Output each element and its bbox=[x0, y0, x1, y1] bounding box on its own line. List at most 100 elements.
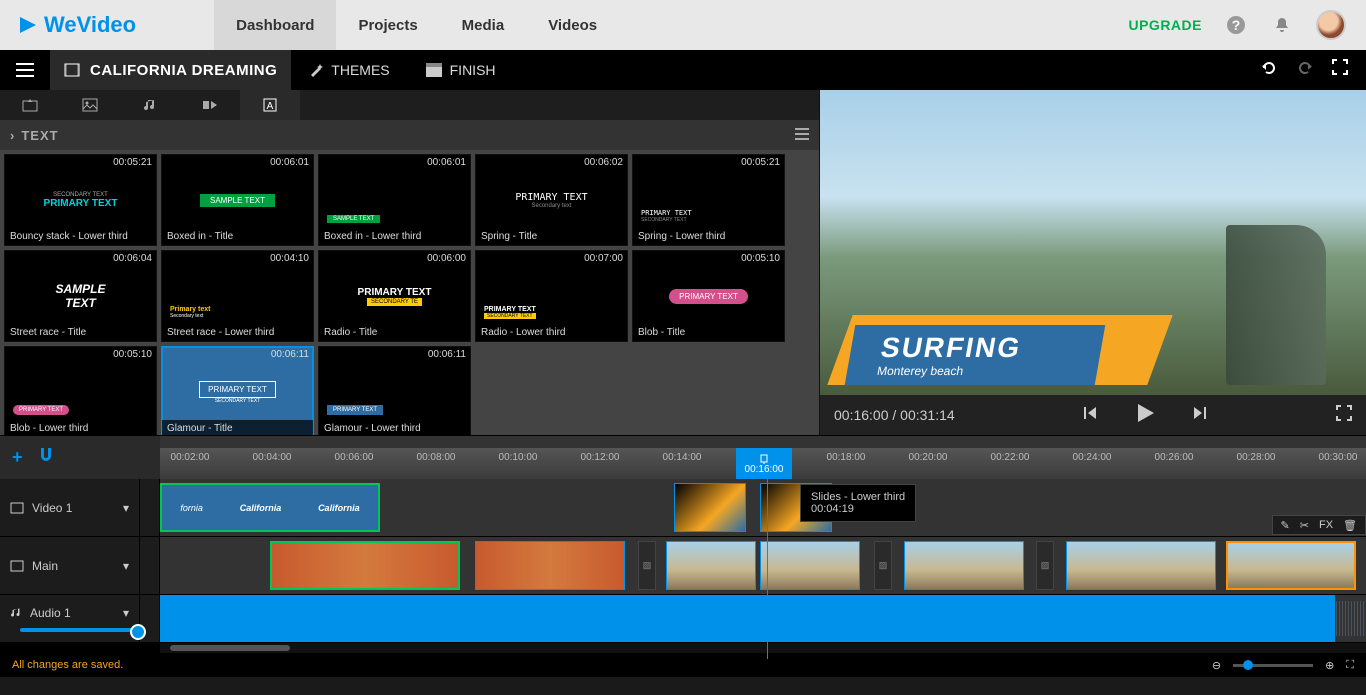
ruler-label: 00:14:00 bbox=[663, 452, 702, 463]
help-icon[interactable]: ? bbox=[1224, 13, 1248, 37]
text-item[interactable]: 00:04:10Primary textSecondary textStreet… bbox=[161, 250, 314, 342]
track-content-video1[interactable]: forniaCaliforniaCalifornia bbox=[160, 479, 1366, 536]
video-icon bbox=[10, 502, 24, 514]
timeline-ruler: + 00:02:0000:04:0000:06:0000:08:0000:10:… bbox=[0, 435, 1366, 479]
clip[interactable] bbox=[904, 541, 1024, 590]
cut-icon[interactable]: ✂ bbox=[1300, 519, 1309, 532]
text-item[interactable]: 00:06:00PRIMARY TEXTSECONDARY TERadio - … bbox=[318, 250, 471, 342]
ruler-label: 00:08:00 bbox=[417, 452, 456, 463]
ruler-marks[interactable]: 00:02:0000:04:0000:06:0000:08:0000:10:00… bbox=[160, 436, 1366, 479]
text-item[interactable]: 00:06:02PRIMARY TEXTSecondary textSpring… bbox=[475, 154, 628, 246]
snap-icon[interactable] bbox=[37, 446, 55, 469]
add-track-icon[interactable]: + bbox=[12, 447, 23, 468]
track-content-main[interactable]: ✎ ✂ FX 🗑 ▨ ▨ ▨ bbox=[160, 537, 1366, 594]
text-item[interactable]: 00:06:04SAMPLETEXTStreet race - Title bbox=[4, 250, 157, 342]
nav-dashboard[interactable]: Dashboard bbox=[214, 0, 336, 50]
text-templates-grid: 00:05:21SECONDARY TEXTPRIMARY TEXTBouncy… bbox=[0, 150, 819, 435]
transition-icon[interactable]: ▨ bbox=[1036, 541, 1054, 590]
top-bar: WeVideo Dashboard Projects Media Videos … bbox=[0, 0, 1366, 50]
text-item[interactable]: 00:07:00PRIMARY TEXTSECONDARY TEXTRadio … bbox=[475, 250, 628, 342]
nav-media[interactable]: Media bbox=[440, 0, 527, 50]
media-tab-audio[interactable] bbox=[120, 90, 180, 120]
logo[interactable]: WeVideo bbox=[0, 12, 154, 38]
fit-icon[interactable]: ⛶ bbox=[1346, 659, 1354, 672]
transition-icon[interactable]: ▨ bbox=[638, 541, 656, 590]
fullscreen-icon[interactable] bbox=[1332, 59, 1348, 82]
clip[interactable] bbox=[1066, 541, 1216, 590]
text-item[interactable]: 00:06:11PRIMARY TEXTGlamour - Lower thir… bbox=[318, 346, 471, 435]
project-title-tab[interactable]: CALIFORNIA DREAMING bbox=[50, 50, 291, 90]
text-item[interactable]: 00:05:10PRIMARY TEXTBlob - Lower third bbox=[4, 346, 157, 435]
fullscreen-preview-icon[interactable] bbox=[1336, 405, 1352, 426]
text-item[interactable]: 00:05:21SECONDARY TEXTPRIMARY TEXTBouncy… bbox=[4, 154, 157, 246]
ruler-label: 00:24:00 bbox=[1073, 452, 1112, 463]
timeline-scrollbar[interactable] bbox=[0, 643, 1366, 653]
upgrade-link[interactable]: UPGRADE bbox=[1128, 17, 1202, 33]
chevron-right-icon[interactable]: › bbox=[10, 128, 15, 143]
ruler-tools: + bbox=[0, 436, 160, 479]
trash-icon[interactable]: 🗑 bbox=[1343, 519, 1357, 532]
preview-canvas[interactable]: SURFING Monterey beach bbox=[820, 90, 1366, 395]
preview-panel: SURFING Monterey beach 00:16:00 / 00:31:… bbox=[820, 90, 1366, 435]
track-content-audio1[interactable] bbox=[160, 595, 1366, 642]
text-item[interactable]: 00:05:10PRIMARY TEXTBlob - Title bbox=[632, 250, 785, 342]
scrollbar-thumb[interactable] bbox=[170, 645, 290, 651]
tab-themes[interactable]: THEMES bbox=[291, 50, 407, 90]
list-view-icon[interactable] bbox=[795, 128, 809, 143]
bell-icon[interactable] bbox=[1270, 13, 1294, 37]
next-icon[interactable] bbox=[1192, 405, 1208, 426]
redo-icon[interactable] bbox=[1296, 59, 1314, 82]
volume-slider[interactable] bbox=[20, 628, 140, 632]
chevron-down-icon[interactable]: ▾ bbox=[123, 501, 129, 515]
playhead-line[interactable] bbox=[767, 479, 768, 659]
clip[interactable] bbox=[674, 483, 746, 532]
status-message: All changes are saved. bbox=[12, 659, 123, 671]
ruler-label: 00:06:00 bbox=[335, 452, 374, 463]
clapper-icon bbox=[426, 63, 442, 77]
ruler-label: 00:20:00 bbox=[909, 452, 948, 463]
time-display: 00:16:00 / 00:31:14 bbox=[834, 407, 955, 423]
menu-icon[interactable] bbox=[0, 63, 50, 77]
svg-text:A: A bbox=[267, 101, 274, 112]
clip[interactable] bbox=[760, 541, 860, 590]
text-item[interactable]: 00:05:21PRIMARY TEXTSECONDARY TEXTSpring… bbox=[632, 154, 785, 246]
clip[interactable]: forniaCaliforniaCalifornia bbox=[160, 483, 380, 532]
clip[interactable] bbox=[475, 541, 625, 590]
transition-icon[interactable]: ▨ bbox=[874, 541, 892, 590]
avatar[interactable] bbox=[1316, 10, 1346, 40]
prev-icon[interactable] bbox=[1082, 405, 1098, 426]
clip[interactable] bbox=[270, 541, 460, 590]
top-bar-right: UPGRADE ? bbox=[1128, 10, 1366, 40]
ruler-label: 00:28:00 bbox=[1237, 452, 1276, 463]
track-header-main[interactable]: Main ▾ bbox=[0, 537, 140, 594]
media-tab-upload[interactable] bbox=[0, 90, 60, 120]
chevron-down-icon[interactable]: ▾ bbox=[123, 606, 129, 620]
media-tab-images[interactable] bbox=[60, 90, 120, 120]
panel-header-label: TEXT bbox=[21, 128, 58, 143]
clip[interactable] bbox=[1226, 541, 1356, 590]
fx-button[interactable]: FX bbox=[1319, 519, 1333, 531]
zoom-out-icon[interactable]: ⊖ bbox=[1212, 659, 1221, 672]
text-item[interactable]: 00:06:11PRIMARY TEXTSECONDARY TEXTGlamou… bbox=[161, 346, 314, 435]
media-tab-text[interactable]: A bbox=[240, 90, 300, 120]
media-tab-transitions[interactable] bbox=[180, 90, 240, 120]
chevron-down-icon[interactable]: ▾ bbox=[123, 559, 129, 573]
tab-finish[interactable]: FINISH bbox=[408, 50, 514, 90]
ruler-label: 00:22:00 bbox=[991, 452, 1030, 463]
nav-projects[interactable]: Projects bbox=[336, 0, 439, 50]
track-header-audio1[interactable]: Audio 1 ▾ bbox=[0, 595, 140, 642]
text-item[interactable]: 00:06:01SAMPLE TEXTBoxed in - Lower thir… bbox=[318, 154, 471, 246]
zoom-in-icon[interactable]: ⊕ bbox=[1325, 659, 1334, 672]
audio-envelope[interactable] bbox=[160, 595, 1335, 642]
nav-videos[interactable]: Videos bbox=[526, 0, 619, 50]
playhead[interactable]: 00:16:00 bbox=[736, 448, 792, 480]
undo-icon[interactable] bbox=[1260, 59, 1278, 82]
ruler-label: 00:18:00 bbox=[827, 452, 866, 463]
track-header-video1[interactable]: Video 1 ▾ bbox=[0, 479, 140, 536]
zoom-slider[interactable] bbox=[1233, 664, 1313, 667]
edit-icon[interactable]: ✎ bbox=[1281, 519, 1290, 532]
logo-text: WeVideo bbox=[44, 12, 136, 38]
play-icon[interactable] bbox=[1134, 402, 1156, 429]
clip[interactable] bbox=[666, 541, 756, 590]
text-item[interactable]: 00:06:01SAMPLE TEXTBoxed in - Title bbox=[161, 154, 314, 246]
